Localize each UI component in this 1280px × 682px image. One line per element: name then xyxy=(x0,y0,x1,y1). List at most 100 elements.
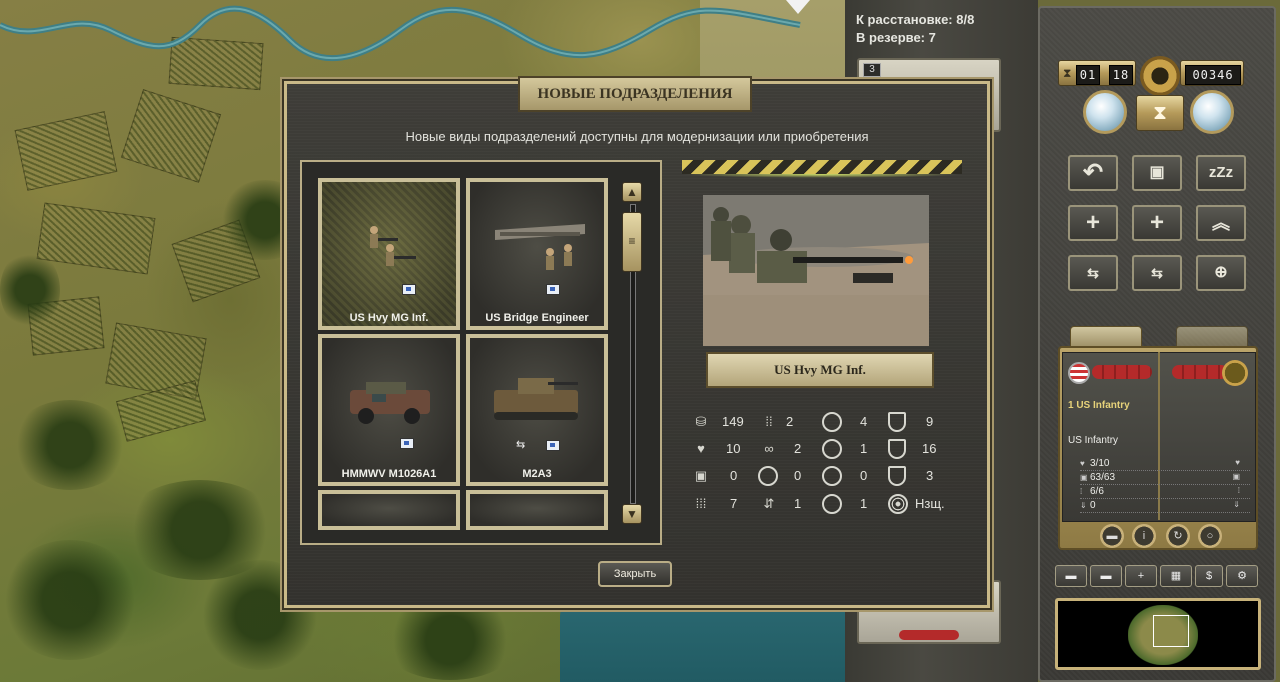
next-moved-unit-button[interactable]: ▬ xyxy=(1090,565,1122,587)
tab-air-units[interactable] xyxy=(1176,326,1248,348)
scroll-down-arrow-icon[interactable]: ▼ xyxy=(622,504,642,524)
medal-icon xyxy=(1222,360,1248,386)
unit-experience-row: ⇓ 0 ⇓ xyxy=(1080,500,1250,513)
unit-chat-button[interactable]: ○ xyxy=(1198,524,1222,548)
next-unit-button[interactable]: ▬ xyxy=(1055,565,1087,587)
weather-globe-right-icon[interactable] xyxy=(1190,90,1234,134)
bridge-engineer-sprite-icon xyxy=(495,224,585,270)
ground-defense-icon xyxy=(888,412,906,432)
forest xyxy=(0,250,60,330)
target-button[interactable]: ⊕ xyxy=(1196,255,1246,291)
settings-gear-icon[interactable] xyxy=(1140,56,1180,96)
hazard-stripe xyxy=(682,160,962,174)
unit-tile[interactable]: HMMWV M1026A1 xyxy=(318,334,460,486)
stat-strength: 10 xyxy=(726,441,741,456)
unit-tank-button[interactable]: ▬ xyxy=(1100,524,1124,548)
target-type-icon xyxy=(888,494,908,514)
strength-heart-icon: ♥ xyxy=(697,441,705,456)
day-digits: 01 xyxy=(1076,65,1100,85)
stat-air-defense: 16 xyxy=(922,441,937,456)
dialog-title: НОВЫЕ ПОДРАЗДЕЛЕНИЯ xyxy=(518,76,752,112)
disband-button[interactable]: ▣ xyxy=(1132,155,1182,191)
forest xyxy=(380,600,520,680)
soft-attack-icon xyxy=(822,412,842,432)
end-turn-hourglass-button[interactable]: ⧗ xyxy=(1136,95,1184,131)
stat-naval-attack: 1 xyxy=(860,496,868,511)
unit-strength: 3/10 xyxy=(1090,458,1110,469)
options-gear-button[interactable]: ⚙ xyxy=(1226,565,1258,587)
rank-stars-icon xyxy=(899,630,959,640)
selected-unit-name: US Hvy MG Inf. xyxy=(706,352,934,388)
stat-soft-attack: 4 xyxy=(860,414,868,429)
hourglass-icon: ⧗ xyxy=(1063,66,1072,80)
turn-digits: 18 xyxy=(1109,65,1133,85)
stat-fuel: 0 xyxy=(730,468,738,483)
unit-tile[interactable] xyxy=(466,490,608,530)
scroll-thumb[interactable]: ≡ xyxy=(622,212,642,272)
air-attack-icon xyxy=(822,466,842,486)
range-icon xyxy=(758,466,778,486)
us-flag-icon xyxy=(546,440,560,451)
scroll-up-arrow-icon[interactable]: ▲ xyxy=(622,182,642,202)
unit-tile-label: US Hvy MG Inf. xyxy=(349,312,429,324)
sleep-button[interactable]: zZz xyxy=(1196,155,1246,191)
unit-rotate-button[interactable]: ↻ xyxy=(1166,524,1190,548)
unit-grid-scrollbar[interactable]: ▲ ≡ ▼ xyxy=(622,182,642,524)
embark-naval-button[interactable]: ⇆ xyxy=(1068,255,1118,291)
hmmwv-sprite-icon xyxy=(350,382,430,424)
transfer-icon: ⇆ xyxy=(516,439,526,451)
deploy-count: К расстановке: 8/8 xyxy=(856,12,975,27)
unit-ammo-row: ▣ 63/63 ▣ xyxy=(1080,472,1250,485)
unit-fuel: 6/6 xyxy=(1090,486,1104,497)
scroll-indicator-icon[interactable] xyxy=(786,0,810,14)
unit-fuel-row: ⁞ 6/6 ⁞ xyxy=(1080,486,1250,499)
stat-ammo: 7 xyxy=(730,496,738,511)
buy-unit-button[interactable]: + xyxy=(1068,205,1118,241)
air-defense-icon xyxy=(888,439,906,459)
rank-stars-icon xyxy=(1092,365,1152,379)
farm-field xyxy=(36,202,156,275)
fuel-icon: ▣ xyxy=(694,468,708,483)
us-flag-icon xyxy=(1068,362,1090,384)
upgrade-button[interactable]: ︽ xyxy=(1196,205,1246,241)
close-defense-icon xyxy=(888,466,906,486)
buy-elite-button[interactable]: + xyxy=(1132,205,1182,241)
undo-button[interactable]: ↶ xyxy=(1068,155,1118,191)
grid-toggle-button[interactable]: ▦ xyxy=(1160,565,1192,587)
stat-range: 0 xyxy=(794,468,802,483)
purchase-button[interactable]: $ xyxy=(1195,565,1223,587)
mount-transport-button[interactable]: ⇆ xyxy=(1132,255,1182,291)
minimap-viewport[interactable] xyxy=(1153,615,1189,647)
unit-tile[interactable]: US Bridge Engineer xyxy=(466,178,608,330)
minimap[interactable] xyxy=(1055,598,1261,670)
stat-spotting: 2 xyxy=(794,441,802,456)
unit-tile[interactable] xyxy=(318,490,460,530)
cost-icon: ⛁ xyxy=(695,414,707,429)
weather-globe-left-icon[interactable] xyxy=(1083,90,1127,134)
stat-movement: 2 xyxy=(786,414,794,429)
tab-ground-units[interactable] xyxy=(1070,326,1142,348)
farm-field xyxy=(14,111,118,191)
deploy-button[interactable]: + xyxy=(1125,565,1157,587)
rank-stars-icon xyxy=(1172,365,1228,379)
stat-close-defense: 3 xyxy=(926,468,934,483)
stat-air-attack: 0 xyxy=(860,468,868,483)
m2a3-sprite-icon xyxy=(494,378,578,420)
close-button[interactable]: Закрыть xyxy=(598,561,672,587)
infantry-sprite-icon xyxy=(370,226,416,266)
date-counter: ⧗ 01 18 xyxy=(1058,60,1136,86)
unit-tile[interactable]: ⇆ M2A3 xyxy=(466,334,608,486)
us-flag-icon xyxy=(402,284,416,295)
reserve-count: В резерве: 7 xyxy=(856,30,936,45)
unit-tile-label: M2A3 xyxy=(522,468,552,480)
unit-info-button[interactable]: i xyxy=(1132,524,1156,548)
prestige-digits: 00346 xyxy=(1185,65,1241,85)
forest xyxy=(0,540,140,660)
unit-tile-label: US Bridge Engineer xyxy=(485,312,589,324)
transport-icon: ⇵ xyxy=(763,496,775,511)
stat-cost: 149 xyxy=(722,414,744,429)
light-glow xyxy=(682,174,962,178)
unit-tile[interactable]: US Hvy MG Inf. xyxy=(318,178,460,330)
unit-strength-row: ♥ 3/10 ♥ xyxy=(1080,458,1250,471)
unit-name: 1 US Infantry xyxy=(1068,400,1130,411)
